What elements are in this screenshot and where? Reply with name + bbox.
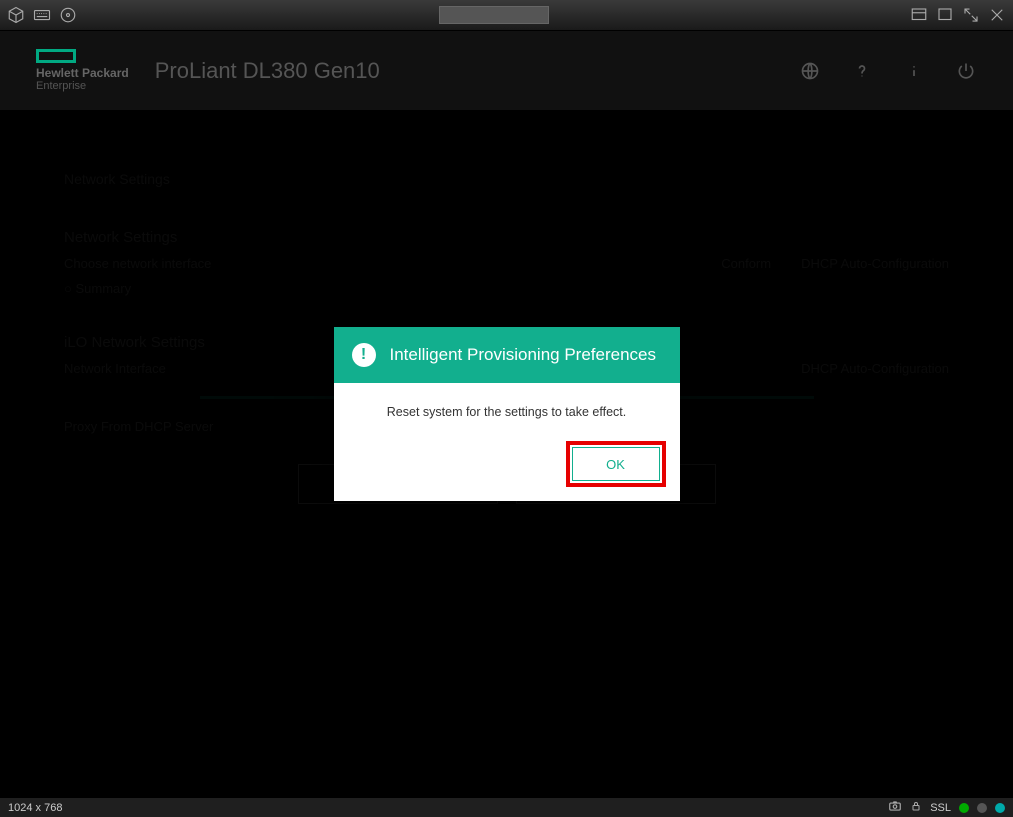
status-right: SSL <box>888 799 1005 816</box>
alert-icon: ! <box>352 343 376 367</box>
dialog-title: Intelligent Provisioning Preferences <box>390 345 656 365</box>
close-icon[interactable] <box>987 5 1007 25</box>
server-model: ProLiant DL380 Gen10 <box>155 58 380 84</box>
status-dot-green <box>959 803 969 813</box>
keyboard-icon[interactable] <box>32 5 52 25</box>
globe-icon[interactable] <box>799 60 821 82</box>
lock-icon <box>910 800 922 815</box>
dialog-header: ! Intelligent Provisioning Preferences <box>334 327 680 383</box>
status-bar: 1024 x 768 SSL <box>0 798 1013 817</box>
cube-icon[interactable] <box>6 5 26 25</box>
ok-highlight-box: OK <box>566 441 666 487</box>
hpe-logo-bar <box>36 49 76 63</box>
power-icon[interactable] <box>955 60 977 82</box>
brand-line1: Hewlett Packard <box>36 67 129 80</box>
ok-button[interactable]: OK <box>572 447 660 481</box>
hpe-logo: Hewlett Packard Enterprise <box>36 49 129 91</box>
brand-line2: Enterprise <box>36 81 129 92</box>
header-icons <box>799 60 977 82</box>
preferences-dialog: ! Intelligent Provisioning Preferences R… <box>334 327 680 501</box>
app-header: Hewlett Packard Enterprise ProLiant DL38… <box>0 31 1013 111</box>
window-icon[interactable] <box>935 5 955 25</box>
page-body: Network Settings Network Settings Choose… <box>0 111 1013 798</box>
toolbar-left-group <box>6 5 78 25</box>
resolution-label: 1024 x 768 <box>8 802 62 814</box>
toolbar-right-group <box>909 5 1007 25</box>
modal-overlay: ! Intelligent Provisioning Preferences R… <box>0 111 1013 798</box>
camera-icon[interactable] <box>888 799 902 816</box>
brand-block: Hewlett Packard Enterprise ProLiant DL38… <box>36 49 380 91</box>
status-dot-grey <box>977 803 987 813</box>
help-icon[interactable] <box>851 60 873 82</box>
dialog-message: Reset system for the settings to take ef… <box>334 383 680 419</box>
dialog-footer: OK <box>334 419 680 501</box>
disc-icon[interactable] <box>58 5 78 25</box>
ssl-label: SSL <box>930 802 951 814</box>
info-icon[interactable] <box>903 60 925 82</box>
toolbar-center-button[interactable] <box>439 6 549 24</box>
status-dot-power <box>995 803 1005 813</box>
remote-console-toolbar <box>0 0 1013 31</box>
fullscreen-icon[interactable] <box>961 5 981 25</box>
layout-icon[interactable] <box>909 5 929 25</box>
